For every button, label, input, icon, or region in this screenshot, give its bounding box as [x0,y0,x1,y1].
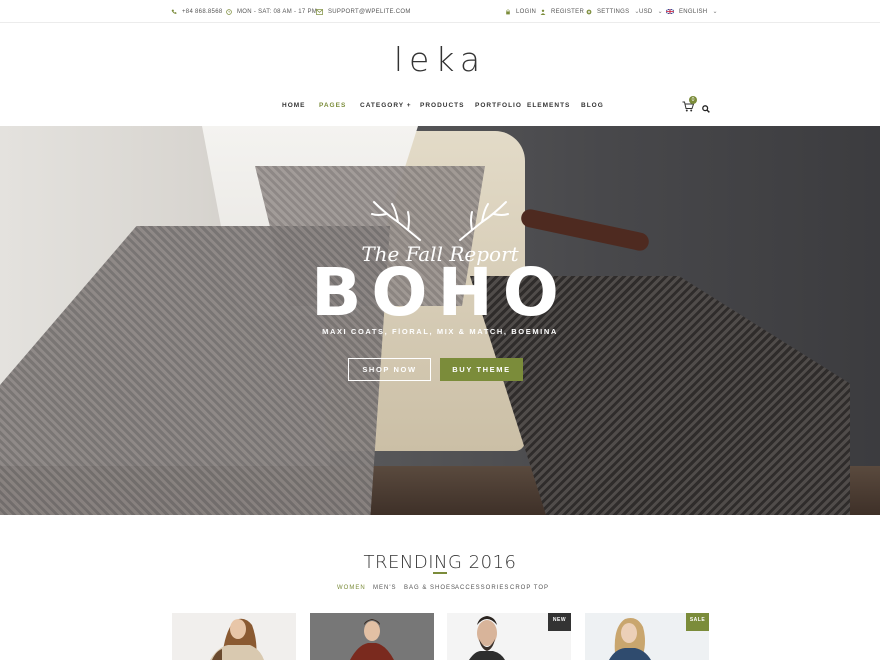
shop-now-button[interactable]: SHOP NOW [348,358,431,381]
email-contact[interactable]: SUPPORT@WPELITE.COM [316,0,411,23]
envelope-icon [316,8,323,15]
settings-label[interactable]: SETTINGS [597,9,629,15]
tab-crop-top[interactable]: CROP TOP [510,585,549,591]
currency-dropdown[interactable]: USD ⌄ [639,0,663,23]
lock-icon [506,8,510,14]
chevron-down-icon: ⌄ [657,9,663,15]
product-card[interactable]: SALE [585,613,709,660]
settings-dropdown[interactable]: SETTINGS ⌄ [586,0,640,23]
tab-women[interactable]: WOMEN [337,585,366,591]
sale-badge: SALE [686,613,709,631]
nav-item-home[interactable]: HOME [282,102,306,109]
tab-bag-shoes[interactable]: BAG & SHOES [404,585,456,591]
user-icon [540,9,546,15]
uk-flag-icon [666,9,674,14]
title-underline [433,572,447,574]
tab-mens[interactable]: MEN'S [373,585,396,591]
nav-item-category[interactable]: CATEGORY + [360,102,412,109]
nav-item-pages[interactable]: PAGES [319,102,346,109]
language-label[interactable]: ENGLISH [679,9,707,15]
product-card[interactable] [172,613,296,660]
buy-theme-button[interactable]: BUY THEME [440,358,523,381]
main-nav: HOME PAGES CATEGORY + PRODUCTS PORTFOLIO… [0,102,880,120]
language-dropdown[interactable]: ENGLISH ⌄ [666,0,718,23]
product-image [210,618,264,660]
phone-icon [171,9,177,14]
trending-title: TRENDING 2016 [363,552,517,573]
nav-item-blog[interactable]: BLOG [581,102,604,109]
antlers-icon [371,201,509,241]
email-link[interactable]: SUPPORT@WPELITE.COM [328,9,411,15]
top-bar: +84 868.8568 MON - SAT: 08 AM - 17 PM SU… [0,0,880,23]
nav-item-products[interactable]: PRODUCTS [420,102,464,109]
hero-banner: The Fall Report BOHO MAXI COATS, FlORAL,… [0,126,880,515]
new-badge: NEW [548,613,571,631]
login-link[interactable]: LOGIN [505,0,536,23]
search-icon[interactable] [702,105,710,113]
login-label[interactable]: LOGIN [516,9,536,15]
register-link[interactable]: REGISTER [540,0,584,23]
hours-text: MON - SAT: 08 AM - 17 PM [237,8,318,15]
cart-count-badge: 0 [689,96,697,104]
phone-number: +84 868.8568 [182,8,223,15]
register-label[interactable]: REGISTER [551,9,584,15]
site-logo[interactable]: leka [0,40,880,79]
nav-item-portfolio[interactable]: PORTFOLIO [475,102,522,109]
hero-content: The Fall Report BOHO MAXI COATS, FlORAL,… [0,126,880,515]
chevron-down-icon: ⌄ [712,9,718,15]
product-image [310,613,434,660]
currency-label[interactable]: USD [639,9,653,15]
nav-item-elements[interactable]: ELEMENTS [527,102,570,109]
clock-icon [226,8,232,15]
gear-icon [586,9,592,14]
phone-contact: +84 868.8568 [171,0,222,23]
product-card[interactable] [310,613,434,660]
opening-hours: MON - SAT: 08 AM - 17 PM [226,0,317,23]
tab-accessories[interactable]: ACCESSORIES [455,585,509,591]
hero-tagline: MAXI COATS, FlORAL, MIX & MATCH, BOEMINA [322,327,558,336]
product-card[interactable]: NEW [447,613,571,660]
hero-headline: BOHO [311,254,569,331]
